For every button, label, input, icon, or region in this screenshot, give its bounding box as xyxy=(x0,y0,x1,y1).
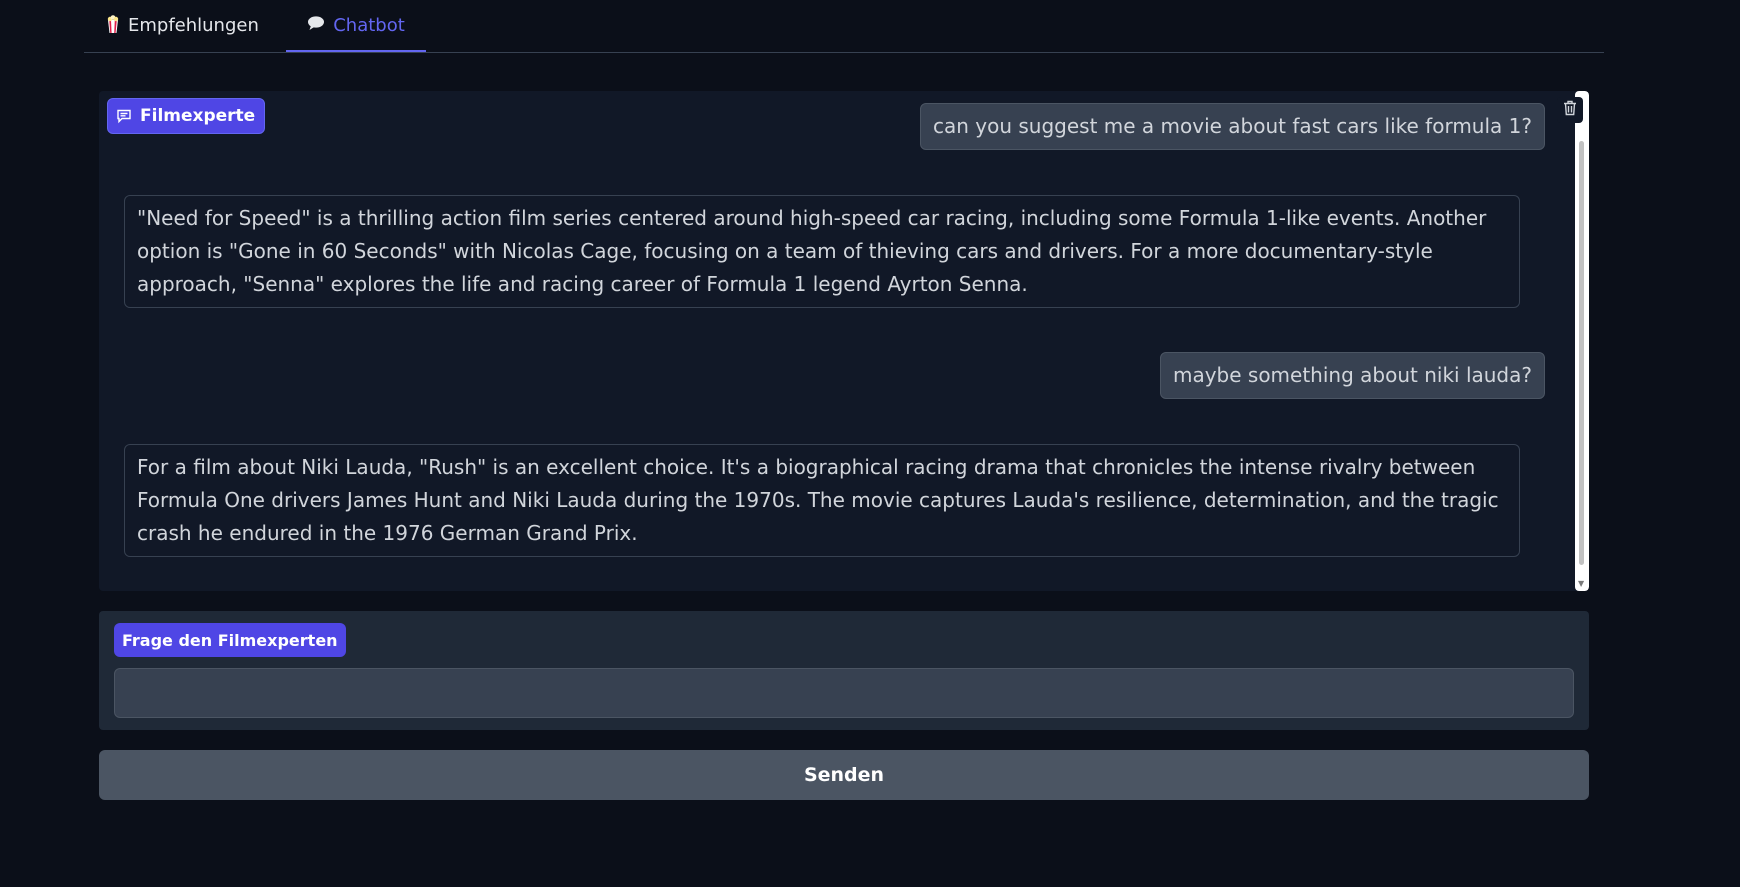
user-message: can you suggest me a movie about fast ca… xyxy=(919,103,1545,150)
chatbot-label-text: Filmexperte xyxy=(140,106,256,126)
bot-message: "Need for Speed" is a thrilling action f… xyxy=(124,195,1520,308)
scrollbar-thumb[interactable] xyxy=(1579,141,1584,565)
tab-empfehlungen[interactable]: Empfehlungen xyxy=(106,14,259,52)
chat-icon xyxy=(116,108,132,124)
clear-chat-button[interactable] xyxy=(1557,97,1583,123)
chatbot-label: Filmexperte xyxy=(107,98,266,134)
send-button[interactable]: Senden xyxy=(99,750,1589,800)
tab-chatbot[interactable]: Chatbot xyxy=(286,14,426,52)
bot-message: For a film about Niki Lauda, "Rush" is a… xyxy=(124,444,1520,557)
trash-icon xyxy=(1563,100,1577,120)
chat-scrollbar[interactable]: ▼ xyxy=(1575,91,1589,591)
tab-label: Chatbot xyxy=(333,15,405,36)
tab-bar: Empfehlungen Chatbot xyxy=(84,0,1604,53)
question-label: Frage den Filmexperten xyxy=(114,623,346,657)
chatbot-panel: Filmexperte can you suggest me a movie a… xyxy=(99,91,1589,591)
tab-label: Empfehlungen xyxy=(128,15,259,36)
question-input[interactable] xyxy=(114,668,1574,718)
scroll-down-arrow-icon[interactable]: ▼ xyxy=(1578,579,1584,589)
user-message: maybe something about niki lauda? xyxy=(1159,352,1545,399)
speech-bubble-icon xyxy=(307,14,325,38)
popcorn-icon xyxy=(106,14,120,41)
question-block: Frage den Filmexperten xyxy=(99,611,1589,730)
